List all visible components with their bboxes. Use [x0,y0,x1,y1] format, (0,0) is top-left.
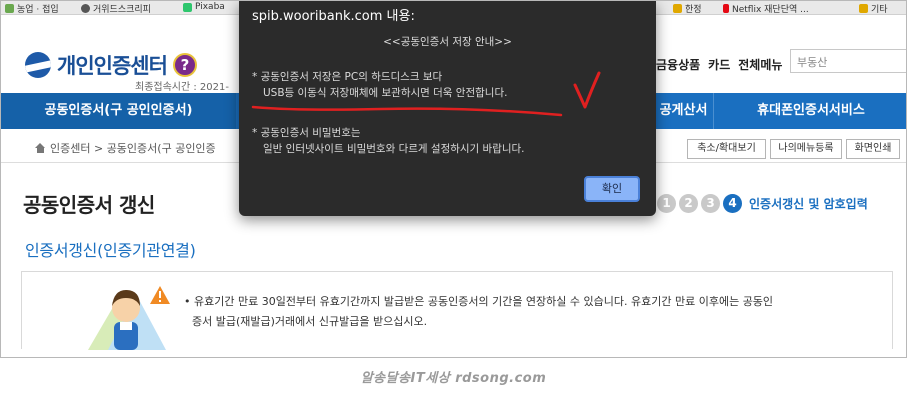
nav-item-certificate[interactable]: 공동인증서(구 공인인증서) [1,93,236,129]
dialog-text-line: USB등 이동식 저장매체에 보관하시면 더욱 안전합니다. [263,87,508,99]
info-line-1: • 유효기간 만료 30일전부터 유효기간까지 발급받은 공동인증서의 기간을 … [184,295,774,308]
info-box: • 유효기간 만료 30일전부터 유효기간까지 발급받은 공동인증서의 기간을 … [21,271,893,350]
ok-button[interactable]: 확인 [584,176,640,202]
menu-all[interactable]: 전체메뉴 [738,56,782,73]
character-illustration [88,286,170,350]
last-access-time: 최종접속시간 : 2021- [135,82,229,93]
search-input[interactable]: 부동산 [790,49,906,73]
bookmark-icon [81,4,90,13]
bookmark-item[interactable]: Netflix 재단단역 ... [723,2,809,14]
dialog-subtitle: <<공동인증서 저장 안내>> [383,36,512,48]
dialog-title: spib.wooribank.com 내용: [252,9,415,24]
folder-icon [673,4,682,13]
step-2: 2 [679,194,698,213]
netflix-icon [723,4,729,13]
step-indicator: 1 2 3 4 인증서갱신 및 암호입력 [657,194,868,213]
active-step-label: 인증서갱신 및 암호입력 [749,197,868,211]
step-1: 1 [657,194,676,213]
bookmark-item[interactable]: 기타 [859,2,888,14]
folder-icon [859,4,868,13]
nav-item-mobile-certificate[interactable]: 휴대폰인증서서비스 [714,93,906,129]
bookmark-icon [5,4,14,13]
section-subtitle: 인증서갱신(인증기관연결) [25,241,196,260]
dialog-text-line: * 공동인증서 비밀번호는 [252,127,361,139]
page-title: 공동인증서 갱신 [23,193,155,217]
breadcrumb-text: 인증센터 > 공동인증서(구 공인인증 [50,142,216,155]
zoom-button[interactable]: 축소/확대보기 [687,139,766,159]
top-menu: 금융상품 카드 전체메뉴 [656,56,782,73]
info-line-2: 증서 발급(재발급)거래에서 신규발급을 받으십시오. [192,315,428,328]
breadcrumb: 인증센터 > 공동인증서(구 공인인증 [35,140,216,156]
bookmark-item[interactable]: Pixaba [183,2,225,12]
bookmark-item[interactable]: 거위드스크리피 [81,2,151,14]
home-icon[interactable] [35,143,46,153]
add-my-menu-button[interactable]: 나의메뉴등록 [770,139,842,159]
browser-viewport: 농업 · 접입 거위드스크리피 Pixaba 한정 Netflix 재단단역 .… [0,0,907,358]
nav-item-invoice[interactable]: 공게산서 [656,93,711,129]
dialog-paragraph-password: * 공동인증서 비밀번호는 일반 인터넷사이트 비밀번호와 다르게 설정하시기 … [252,125,525,157]
step-3: 3 [701,194,720,213]
site-logo[interactable]: 개인인증센터 ? [25,50,197,80]
logo-text: 개인인증센터 [57,54,168,78]
print-button[interactable]: 화면인쇄 [846,139,900,159]
watermark: 알송달송IT세상 rdsong.com [360,371,547,386]
menu-products[interactable]: 금융상품 [656,56,700,73]
menu-card[interactable]: 카드 [708,56,730,73]
pixabay-icon [183,2,192,12]
alert-dialog: spib.wooribank.com 내용: <<공동인증서 저장 안내>> *… [239,1,656,216]
bookmark-item[interactable]: 농업 · 접입 [5,2,59,14]
step-4-active: 4 [723,194,742,213]
dialog-text-line: * 공동인증서 저장은 PC의 하드디스크 보다 [252,71,443,83]
help-icon[interactable]: ? [172,53,197,77]
dialog-paragraph-storage: * 공동인증서 저장은 PC의 하드디스크 보다 USB등 이동식 저장매체에 … [252,69,507,101]
dialog-text-line: 일반 인터넷사이트 비밀번호와 다르게 설정하시기 바랍니다. [263,143,525,155]
bookmark-item[interactable]: 한정 [673,2,702,14]
info-text: • 유효기간 만료 30일전부터 유효기간까지 발급받은 공동인증서의 기간을 … [184,292,884,332]
logo-icon [25,52,51,78]
